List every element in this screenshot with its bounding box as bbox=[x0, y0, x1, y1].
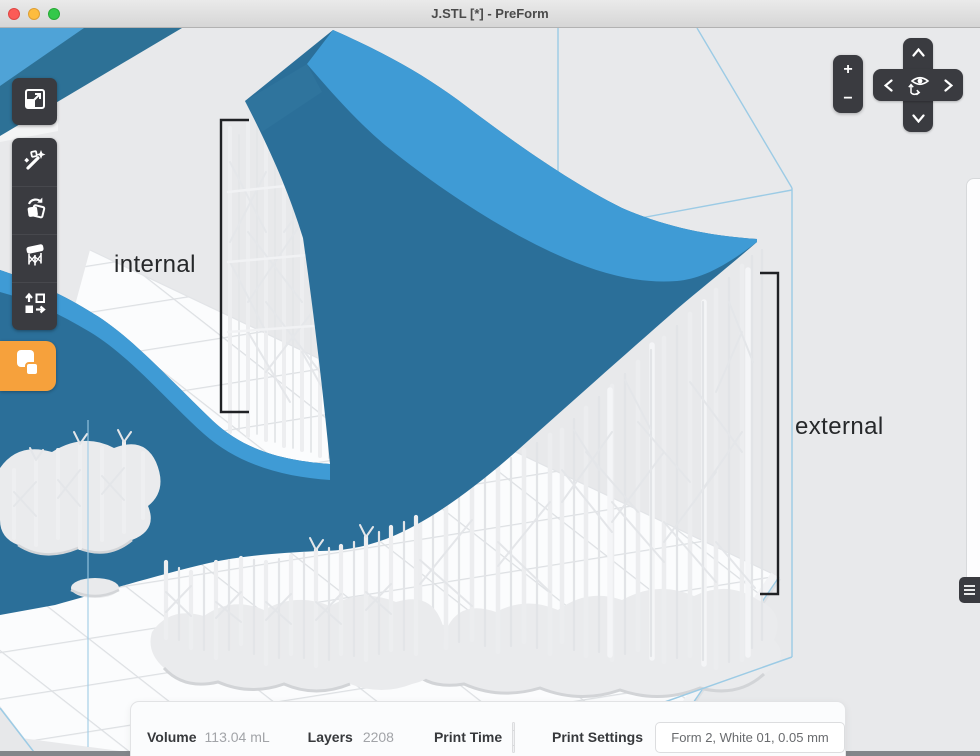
orbit-eye-icon bbox=[904, 72, 932, 98]
zoom-control: + − bbox=[833, 55, 863, 113]
supports-tool-button[interactable] bbox=[12, 234, 57, 282]
chevron-up-icon bbox=[912, 48, 925, 57]
print-settings-button[interactable]: Form 2, White 01, 0.05 mm bbox=[655, 722, 845, 753]
chevron-down-icon bbox=[912, 114, 925, 123]
viewport-3d[interactable] bbox=[0, 0, 980, 756]
scale-icon bbox=[22, 86, 48, 117]
minimize-button[interactable] bbox=[28, 8, 40, 20]
volume-value: 113.04 mL bbox=[205, 729, 270, 745]
fullscreen-button[interactable] bbox=[48, 8, 60, 20]
print-time-label: Print Time bbox=[434, 729, 502, 745]
rotate-tool-button[interactable] bbox=[12, 186, 57, 234]
printer-icon bbox=[13, 348, 43, 385]
print-settings-label: Print Settings bbox=[552, 729, 643, 745]
pan-down-button[interactable] bbox=[906, 106, 930, 130]
zoom-in-button[interactable]: + bbox=[833, 55, 863, 84]
layer-slider[interactable] bbox=[966, 178, 980, 590]
traffic-lights bbox=[8, 8, 60, 20]
layer-slider-menu-button[interactable] bbox=[959, 577, 980, 603]
volume-label: Volume bbox=[147, 729, 197, 745]
print-time-value: -- bbox=[513, 723, 515, 752]
layers-label: Layers bbox=[308, 729, 353, 745]
title-bar[interactable]: J.STL [*] - PreForm bbox=[0, 0, 980, 28]
chevron-right-icon bbox=[944, 79, 953, 92]
layers-value: 2208 bbox=[363, 729, 394, 745]
supports-icon bbox=[22, 243, 48, 274]
chevron-left-icon bbox=[884, 79, 893, 92]
view-dpad bbox=[873, 38, 963, 132]
internal-label: internal bbox=[114, 251, 196, 279]
pan-up-button[interactable] bbox=[906, 40, 930, 64]
preform-window: internal external bbox=[0, 0, 980, 756]
scale-tool-button[interactable] bbox=[12, 78, 57, 125]
pan-left-button[interactable] bbox=[876, 73, 900, 97]
print-time-box: -- bbox=[512, 722, 515, 753]
orientation-tool-button[interactable] bbox=[12, 138, 57, 186]
layout-tool-button[interactable] bbox=[12, 282, 57, 330]
toolbar-group bbox=[12, 138, 57, 330]
status-bar: Volume 113.04 mL Layers 2208 Print Time … bbox=[130, 701, 846, 756]
orbit-view-button[interactable] bbox=[903, 71, 933, 99]
zoom-out-button[interactable]: − bbox=[833, 84, 863, 113]
window-title: J.STL [*] - PreForm bbox=[431, 6, 549, 21]
print-button[interactable] bbox=[0, 341, 56, 391]
close-button[interactable] bbox=[8, 8, 20, 20]
magic-wand-icon bbox=[22, 147, 48, 178]
hamburger-icon bbox=[964, 585, 975, 595]
layout-icon bbox=[22, 291, 48, 322]
external-label: external bbox=[795, 413, 884, 441]
pan-right-button[interactable] bbox=[936, 73, 960, 97]
rotate-icon bbox=[22, 195, 48, 226]
